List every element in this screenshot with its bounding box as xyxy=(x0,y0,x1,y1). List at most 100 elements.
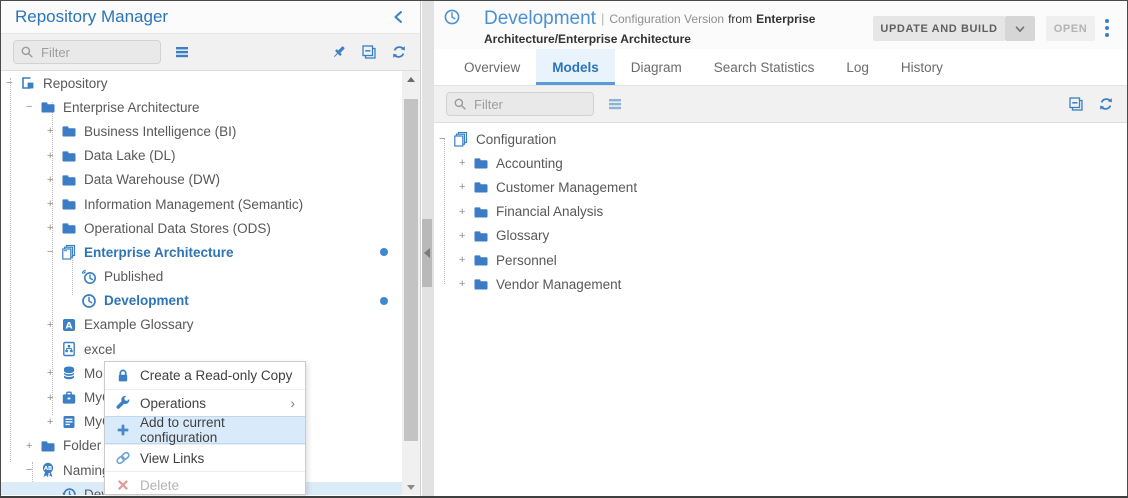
tree-item-development[interactable]: Development xyxy=(1,289,402,313)
scrollbar-thumb[interactable] xyxy=(404,99,418,441)
tree-item-published[interactable]: Published xyxy=(1,265,402,289)
unsaved-dot xyxy=(380,248,388,256)
expander-icon[interactable]: + xyxy=(47,198,61,210)
tree-item-financial-analysis[interactable]: + Financial Analysis xyxy=(434,200,1127,224)
tree-item-enterprise-architecture-folder[interactable]: − Enterprise Architecture xyxy=(1,95,402,119)
tree-item-label: Operational Data Stores (ODS) xyxy=(84,221,271,236)
detail-tabs: Overview Models Diagram Search Statistic… xyxy=(434,49,1127,86)
tree-item-label: Business Intelligence (BI) xyxy=(84,124,236,139)
expander-icon[interactable]: − xyxy=(26,464,40,476)
tab-log[interactable]: Log xyxy=(830,49,885,85)
search-icon xyxy=(453,97,467,111)
folder-icon xyxy=(473,155,493,171)
folder-icon xyxy=(473,276,493,292)
tree-item-data-warehouse[interactable]: + Data Warehouse (DW) xyxy=(1,168,402,192)
right-panel: Development|Configuration VersionfromEnt… xyxy=(434,1,1127,496)
panel-splitter[interactable] xyxy=(422,1,434,496)
menu-item-add-to-current-configuration[interactable]: Add to current configuration xyxy=(105,416,305,444)
expander-icon[interactable]: + xyxy=(459,278,473,290)
tree-item-customer-management[interactable]: + Customer Management xyxy=(434,175,1127,199)
right-filter-field[interactable] xyxy=(446,92,594,116)
svg-text:A: A xyxy=(66,321,73,331)
briefcase-icon xyxy=(61,390,81,406)
tree-item-accounting[interactable]: + Accounting xyxy=(434,151,1127,175)
tree-item-information-management[interactable]: + Information Management (Semantic) xyxy=(1,192,402,216)
tree-item-configuration[interactable]: − Configuration xyxy=(434,127,1127,151)
expander-icon[interactable]: + xyxy=(459,206,473,218)
tree-item-excel[interactable]: excel xyxy=(1,337,402,361)
expander-icon[interactable]: − xyxy=(47,246,61,258)
update-and-build-button[interactable]: UPDATE AND BUILD xyxy=(873,16,1005,41)
update-and-build-dropdown[interactable] xyxy=(1005,16,1035,41)
expander-icon[interactable]: − xyxy=(439,133,453,145)
configuration-title: Development xyxy=(484,8,596,29)
pin-icon[interactable] xyxy=(328,41,350,63)
menu-item-create-read-only-copy[interactable]: Create a Read-only Copy xyxy=(105,362,305,389)
submenu-chevron-icon: › xyxy=(291,396,296,411)
folder-icon xyxy=(61,220,81,236)
scroll-down-arrow[interactable] xyxy=(402,479,420,495)
tree-item-label: Data Lake (DL) xyxy=(84,148,176,163)
configuration-title-block: Development|Configuration VersionfromEnt… xyxy=(484,7,874,47)
tree-item-business-intelligence[interactable]: + Business Intelligence (BI) xyxy=(1,119,402,143)
scroll-up-arrow[interactable] xyxy=(402,71,420,87)
tree-item-data-lake[interactable]: + Data Lake (DL) xyxy=(1,144,402,168)
expander-icon[interactable]: + xyxy=(459,254,473,266)
tree-item-label: Customer Management xyxy=(496,180,637,195)
expander-icon[interactable]: + xyxy=(459,181,473,193)
tree-item-repository[interactable]: − Repository xyxy=(1,71,402,95)
tab-diagram[interactable]: Diagram xyxy=(615,49,698,85)
menu-item-delete[interactable]: Delete xyxy=(105,471,305,495)
expander-icon[interactable]: + xyxy=(47,392,61,404)
naming-badge-icon: AB xyxy=(40,462,60,478)
expander-icon[interactable]: + xyxy=(47,222,61,234)
tab-search-statistics[interactable]: Search Statistics xyxy=(698,49,831,85)
tree-item-enterprise-architecture-config[interactable]: − Enterprise Architecture xyxy=(1,240,402,264)
left-filter-input[interactable] xyxy=(39,44,139,61)
left-filter-toolbar xyxy=(1,34,420,71)
open-button[interactable]: OPEN xyxy=(1046,16,1095,41)
tab-models[interactable]: Models xyxy=(536,49,615,85)
tree-item-label: Development xyxy=(104,293,189,308)
tree-item-glossary[interactable]: + Glossary xyxy=(434,224,1127,248)
tab-history[interactable]: History xyxy=(885,49,959,85)
expander-icon[interactable]: − xyxy=(26,101,40,113)
expander-icon[interactable]: − xyxy=(6,77,20,89)
report-icon xyxy=(61,414,81,430)
refresh-icon[interactable] xyxy=(1095,93,1117,115)
expander-icon[interactable]: + xyxy=(47,319,61,331)
expander-icon[interactable]: + xyxy=(47,125,61,137)
from-label: from xyxy=(724,12,756,26)
left-filter-field[interactable] xyxy=(13,40,161,64)
collapse-all-icon[interactable] xyxy=(358,41,380,63)
refresh-icon[interactable] xyxy=(388,41,410,63)
clock-published-icon xyxy=(81,269,101,285)
collapse-all-icon[interactable] xyxy=(1065,93,1087,115)
tree-item-operational-data-stores[interactable]: + Operational Data Stores (ODS) xyxy=(1,216,402,240)
tab-overview[interactable]: Overview xyxy=(448,49,536,85)
context-menu: Create a Read-only Copy Operations › Add… xyxy=(104,361,306,495)
list-menu-icon[interactable] xyxy=(604,93,626,115)
right-filter-input[interactable] xyxy=(472,96,572,113)
splitter-collapse-arrow-icon xyxy=(424,248,430,258)
tree-item-personnel[interactable]: + Personnel xyxy=(434,248,1127,272)
kebab-menu-icon[interactable] xyxy=(1100,15,1114,41)
tree-item-vendor-management[interactable]: + Vendor Management xyxy=(434,272,1127,296)
list-menu-icon[interactable] xyxy=(171,41,193,63)
configuration-type-label: Configuration Version xyxy=(609,12,724,26)
collapse-panel-icon[interactable] xyxy=(388,6,410,28)
splitter-handle[interactable] xyxy=(422,219,432,287)
expander-icon[interactable]: + xyxy=(26,440,40,452)
tree-item-example-glossary[interactable]: + A Example Glossary xyxy=(1,313,402,337)
left-tree-scrollbar[interactable] xyxy=(402,71,420,495)
expander-icon[interactable]: + xyxy=(47,416,61,428)
menu-item-view-links[interactable]: View Links xyxy=(105,444,305,471)
menu-item-operations[interactable]: Operations › xyxy=(105,389,305,416)
expander-icon[interactable]: + xyxy=(47,150,61,162)
expander-icon[interactable]: + xyxy=(459,230,473,242)
tree-item-label: Folder xyxy=(63,438,101,453)
tree-item-label: Glossary xyxy=(496,228,549,243)
expander-icon[interactable]: + xyxy=(459,157,473,169)
expander-icon[interactable]: + xyxy=(47,367,61,379)
expander-icon[interactable]: + xyxy=(47,174,61,186)
